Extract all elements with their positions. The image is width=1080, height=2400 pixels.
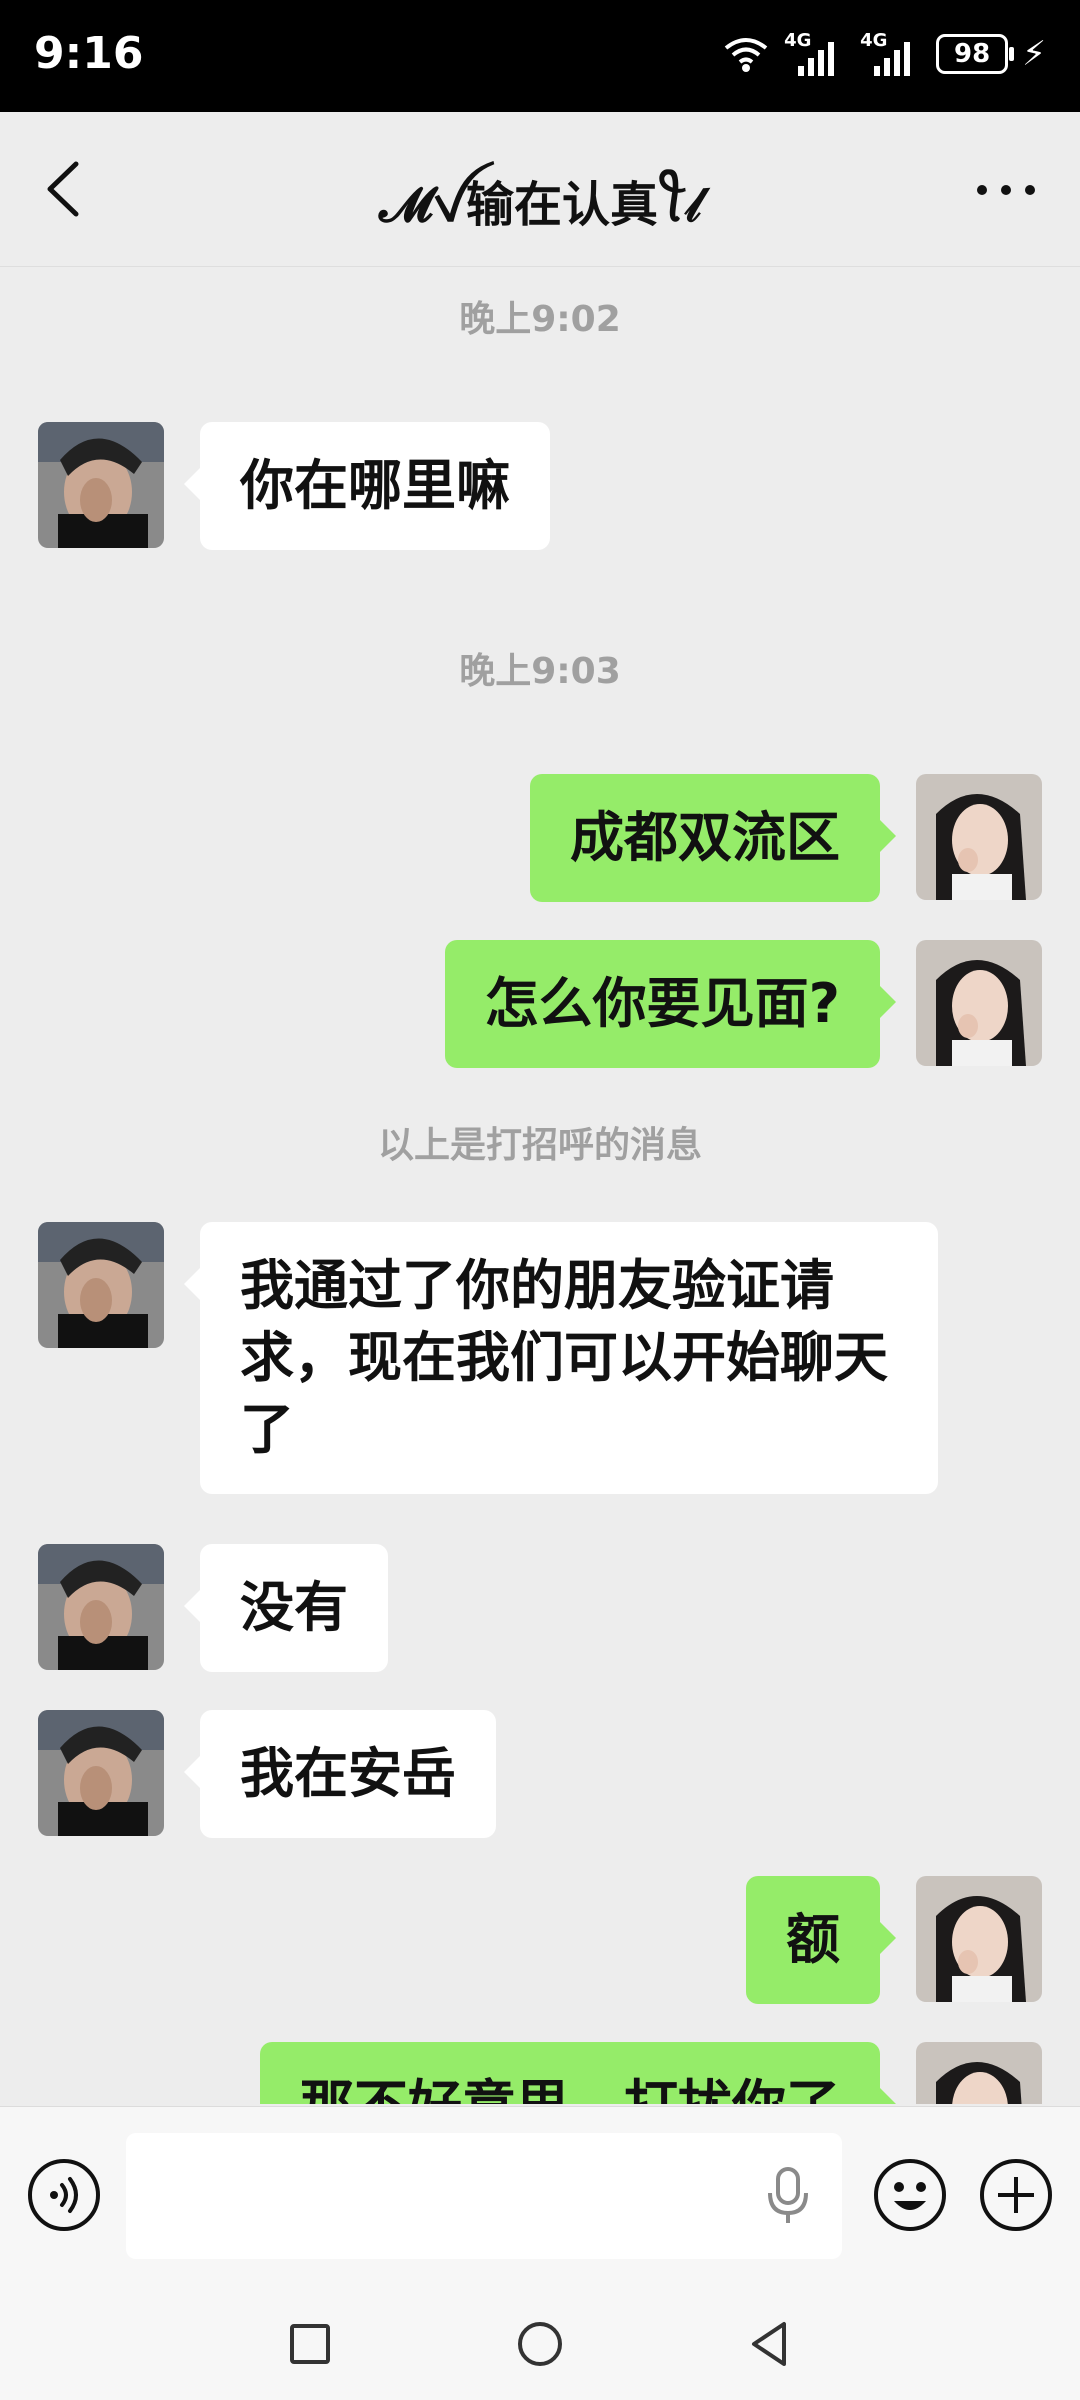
- avatar-self[interactable]: [916, 940, 1042, 1066]
- square-icon[interactable]: [280, 2314, 340, 2374]
- message-bubble[interactable]: 成都双流区: [530, 774, 896, 902]
- input-bar: [0, 2106, 1080, 2285]
- plus-icon[interactable]: [978, 2157, 1054, 2233]
- message-bubble[interactable]: 我通过了你的朋友验证请求，现在我们可以开始聊天了: [184, 1222, 938, 1494]
- message-bubble[interactable]: 你在哪里嘛: [184, 422, 550, 550]
- chat-header: 𝓜ꪜ输在认真ꪻ𝓁: [0, 112, 1080, 267]
- signal-bars-icon: [874, 40, 911, 76]
- more-dots-icon[interactable]: [972, 170, 1040, 210]
- chat-title: 𝓜ꪜ输在认真ꪻ𝓁: [378, 177, 702, 233]
- system-nav-bar: [0, 2284, 1080, 2400]
- cellular-signal-2: 4G: [860, 30, 922, 78]
- voice-icon[interactable]: [26, 2157, 102, 2233]
- circle-icon[interactable]: [510, 2314, 570, 2374]
- message-bubble[interactable]: 那不好意思，打扰你了: [260, 2042, 896, 2104]
- message-bubble[interactable]: 我在安岳: [184, 1710, 496, 1838]
- status-bar: 9:16 4G 4G 98 ⚡: [0, 0, 1080, 112]
- wifi-icon: [724, 38, 768, 72]
- system-notice: 以上是打招呼的消息: [377, 1125, 702, 1166]
- status-time: 9:16: [34, 28, 144, 79]
- message-list[interactable]: 晚上9:02 你在哪里嘛 晚上9:03 成都双流区 怎么你要见面? 以上是打招呼…: [0, 266, 1080, 2104]
- avatar-contact[interactable]: [38, 1710, 164, 1836]
- timestamp: 晚上9:03: [459, 651, 621, 692]
- battery-icon: 98: [936, 34, 1015, 74]
- signal-bars-icon: [798, 40, 835, 76]
- avatar-self[interactable]: [916, 774, 1042, 900]
- triangle-back-icon[interactable]: [740, 2314, 800, 2374]
- message-bubble[interactable]: 没有: [184, 1544, 388, 1672]
- message-input[interactable]: [126, 2133, 842, 2259]
- avatar-contact[interactable]: [38, 422, 164, 548]
- message-bubble[interactable]: 怎么你要见面?: [444, 940, 897, 1068]
- message-bubble[interactable]: 额: [746, 1876, 896, 2004]
- avatar-self[interactable]: [916, 1876, 1042, 2002]
- charging-icon: ⚡: [1022, 34, 1046, 74]
- emoji-icon[interactable]: [872, 2157, 948, 2233]
- status-icons: 4G 4G 98 ⚡: [722, 30, 1046, 78]
- microphone-icon[interactable]: [764, 2165, 812, 2227]
- avatar-contact[interactable]: [38, 1222, 164, 1348]
- avatar-contact[interactable]: [38, 1544, 164, 1670]
- chevron-left-icon[interactable]: [36, 156, 92, 222]
- timestamp: 晚上9:02: [459, 299, 621, 340]
- battery-level: 98: [954, 39, 991, 69]
- cellular-signal-1: 4G: [784, 30, 846, 78]
- avatar-self[interactable]: [916, 2042, 1042, 2104]
